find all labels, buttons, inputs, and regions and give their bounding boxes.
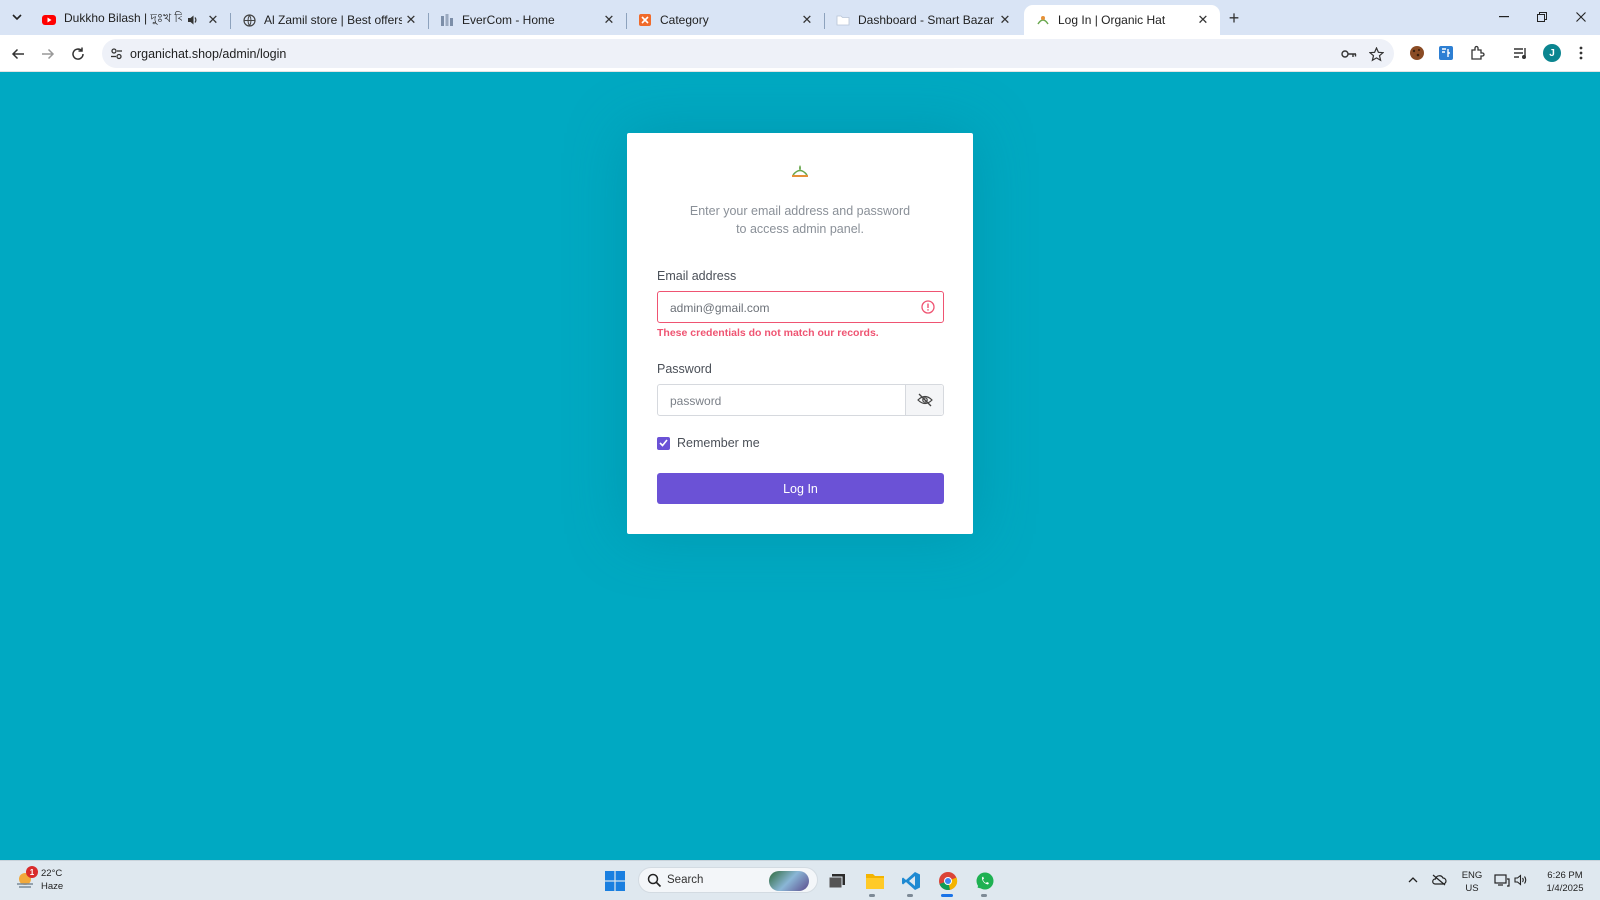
minimize-button[interactable]: [1491, 6, 1517, 28]
clock[interactable]: 6:26 PM 1/4/2025: [1536, 869, 1594, 895]
file-explorer-icon[interactable]: [863, 869, 887, 893]
tab-title: Dukkho Bilash | দুঃখ বিলাশ |: [64, 11, 182, 25]
tab-title: EverCom - Home: [462, 13, 555, 27]
address-bar[interactable]: organichat.shop/admin/login: [102, 39, 1394, 68]
tab-category[interactable]: Category ✕: [626, 5, 825, 35]
chevron-up-icon[interactable]: [1404, 871, 1422, 889]
minimize-icon: [1499, 16, 1509, 18]
taskbar-search[interactable]: Search: [638, 867, 818, 893]
arrow-right-icon: [42, 48, 55, 60]
cloud-sync-off-icon[interactable]: [1430, 871, 1448, 889]
arrow-left-icon: [11, 48, 24, 60]
extensions-puzzle-icon[interactable]: [1467, 43, 1487, 63]
bookmark-star-icon[interactable]: [1367, 45, 1385, 63]
close-icon[interactable]: ✕: [996, 11, 1014, 29]
password-label: Password: [657, 362, 712, 376]
globe-icon: [242, 13, 256, 27]
tab-search-button[interactable]: [6, 6, 28, 28]
close-icon[interactable]: ✕: [798, 11, 816, 29]
cookie-extension-icon[interactable]: [1407, 43, 1427, 63]
back-button[interactable]: [7, 43, 29, 65]
eye-off-icon: [916, 393, 933, 407]
url-text: organichat.shop/admin/login: [130, 47, 287, 61]
language-code: ENG: [1461, 870, 1483, 881]
youtube-icon: [42, 13, 56, 27]
site-info-icon[interactable]: [108, 45, 124, 61]
reload-button[interactable]: [67, 43, 89, 65]
remember-me-row[interactable]: Remember me: [657, 436, 760, 450]
tab-title: Log In | Organic Hat: [1058, 13, 1166, 27]
email-value: admin@gmail.com: [670, 301, 770, 315]
tab-title: Category: [660, 13, 709, 27]
toggle-password-visibility-button[interactable]: [905, 385, 943, 415]
browser-toolbar: organichat.shop/admin/login: [0, 35, 1600, 72]
evercom-icon: [440, 13, 454, 27]
login-card: Enter your email address and password to…: [627, 133, 973, 534]
tab-dukkho-bilash[interactable]: Dukkho Bilash | দুঃখ বিলাশ | ✕: [30, 5, 231, 35]
keyboard-layout: US: [1465, 883, 1479, 894]
clock-date: 1/4/2025: [1546, 883, 1584, 894]
login-button[interactable]: Log In: [657, 473, 944, 504]
organic-hat-icon: [1036, 13, 1050, 27]
password-key-icon[interactable]: [1340, 45, 1358, 63]
chevron-down-icon: [12, 14, 22, 21]
error-icon: [921, 300, 935, 314]
speaker-icon[interactable]: [182, 11, 204, 29]
volume-icon[interactable]: [1512, 871, 1530, 889]
notification-badge: 1: [26, 866, 38, 878]
organic-hat-logo: [792, 165, 808, 177]
password-field[interactable]: password: [657, 384, 944, 416]
vscode-icon[interactable]: [899, 869, 923, 893]
tab-title: Dashboard - Smart Bazar: [858, 13, 995, 27]
whatsapp-icon[interactable]: [973, 869, 997, 893]
close-window-button[interactable]: [1568, 6, 1594, 28]
email-error-message: These credentials do not match our recor…: [657, 327, 879, 339]
kebab-menu-icon[interactable]: [1571, 43, 1591, 63]
search-highlight-image: [769, 871, 809, 891]
media-controls-icon[interactable]: [1511, 43, 1531, 63]
form-extension-icon[interactable]: [1436, 43, 1456, 63]
checkmark-icon: [659, 439, 668, 447]
weather-widget[interactable]: 1 22°C Haze: [14, 866, 64, 893]
clock-time: 6:26 PM: [1547, 870, 1583, 881]
close-icon[interactable]: ✕: [204, 11, 222, 29]
weather-description: Haze: [41, 881, 64, 892]
restore-button[interactable]: [1529, 6, 1555, 28]
tab-al-zamil[interactable]: Al Zamil store | Best offers & Di ✕: [230, 5, 429, 35]
email-field[interactable]: admin@gmail.com: [657, 291, 944, 323]
new-tab-button[interactable]: +: [1224, 8, 1244, 28]
tab-title: Al Zamil store | Best offers & Di: [264, 13, 402, 27]
profile-avatar[interactable]: J: [1543, 44, 1561, 62]
login-subtitle: Enter your email address and password to…: [647, 202, 953, 238]
close-icon: [1576, 12, 1586, 22]
restore-icon: [1537, 12, 1547, 22]
password-placeholder: password: [670, 394, 722, 408]
weather-temperature: 22°C: [41, 868, 63, 879]
task-view-icon[interactable]: [825, 869, 849, 893]
search-placeholder: Search: [667, 874, 704, 886]
category-icon: [638, 13, 652, 27]
close-icon[interactable]: ✕: [1194, 11, 1212, 29]
tab-smart-bazar[interactable]: Dashboard - Smart Bazar ✕: [824, 5, 1022, 35]
email-label: Email address: [657, 269, 737, 283]
folder-icon: [836, 13, 850, 27]
forward-button[interactable]: [37, 43, 59, 65]
close-icon[interactable]: ✕: [600, 11, 618, 29]
tab-evercom[interactable]: EverCom - Home ✕: [428, 5, 627, 35]
windows-start-icon[interactable]: [603, 869, 627, 893]
close-icon[interactable]: ✕: [402, 11, 420, 29]
subtitle-line-1: Enter your email address and password: [689, 204, 911, 218]
remember-me-label: Remember me: [677, 436, 760, 450]
weather-haze-icon: 1: [14, 866, 38, 891]
search-icon: [647, 873, 662, 888]
tab-strip: Dukkho Bilash | দুঃখ বিলাশ | ✕ Al Zamil …: [0, 0, 1600, 35]
language-indicator[interactable]: ENG US: [1460, 869, 1484, 895]
reload-icon: [72, 47, 84, 60]
subtitle-line-2: to access admin panel.: [736, 222, 864, 236]
chrome-icon[interactable]: [936, 869, 960, 893]
network-icon[interactable]: [1493, 871, 1511, 889]
remember-me-checkbox[interactable]: [657, 436, 670, 450]
tab-organic-hat[interactable]: Log In | Organic Hat ✕: [1024, 5, 1220, 35]
